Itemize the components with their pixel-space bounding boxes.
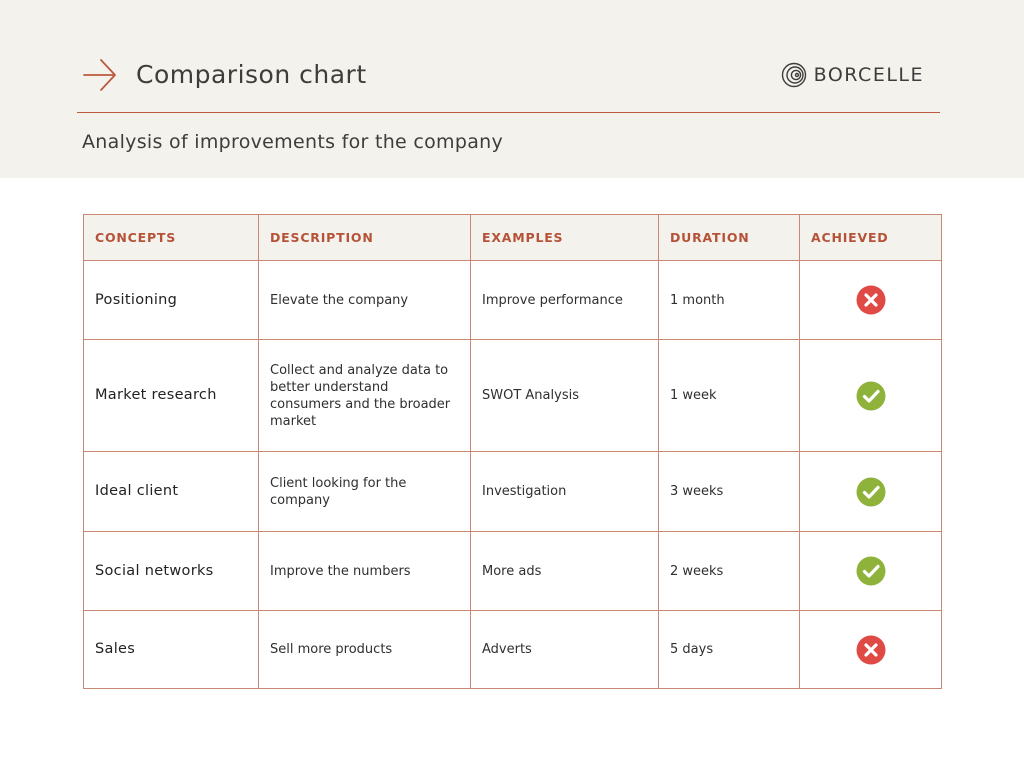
concept-cell: Social networks (83, 531, 259, 611)
page: Comparison chart BORCELLE Analysis of im… (0, 0, 1024, 768)
page-subtitle: Analysis of improvements for the company (82, 131, 504, 153)
column-header-duration: DURATION (658, 214, 800, 261)
concept-cell: Sales (83, 610, 259, 689)
column-header-achieved: ACHIEVED (799, 214, 942, 261)
table-row: Ideal client Client looking for the comp… (83, 451, 942, 532)
header-divider (77, 112, 940, 113)
achieved-cell (799, 339, 942, 452)
achieved-cell (799, 451, 942, 532)
concept-cell: Ideal client (83, 451, 259, 532)
duration-cell: 3 weeks (658, 451, 800, 532)
brand-name: BORCELLE (813, 64, 924, 86)
table-row: Sales Sell more products Adverts 5 days (83, 610, 942, 689)
checkmark-icon (856, 477, 885, 506)
page-title: Comparison chart (136, 60, 367, 89)
duration-cell: 1 month (658, 260, 800, 340)
achieved-cell (799, 260, 942, 340)
example-cell: Improve performance (470, 260, 659, 340)
example-cell: More ads (470, 531, 659, 611)
concept-cell: Market research (83, 339, 259, 452)
table-row: Market research Collect and analyze data… (83, 339, 942, 452)
column-header-examples: EXAMPLES (470, 214, 659, 261)
description-cell: Collect and analyze data to better under… (258, 339, 471, 452)
arrow-right-icon (83, 59, 116, 91)
checkmark-icon (856, 556, 885, 586)
brand: BORCELLE (781, 62, 924, 88)
column-header-description: DESCRIPTION (258, 214, 471, 261)
brand-logo-icon (781, 62, 806, 88)
duration-cell: 2 weeks (658, 531, 800, 611)
cross-icon (856, 635, 885, 664)
achieved-cell (799, 531, 942, 611)
checkmark-icon (856, 381, 885, 410)
duration-cell: 5 days (658, 610, 800, 689)
cross-icon (856, 285, 885, 315)
description-cell: Client looking for the company (258, 451, 471, 532)
example-cell: SWOT Analysis (470, 339, 659, 452)
table-row: Positioning Elevate the company Improve … (83, 260, 942, 340)
comparison-table: CONCEPTS DESCRIPTION EXAMPLES DURATION A… (83, 214, 942, 689)
description-cell: Elevate the company (258, 260, 471, 340)
column-header-concepts: CONCEPTS (83, 214, 259, 261)
description-cell: Improve the numbers (258, 531, 471, 611)
achieved-cell (799, 610, 942, 689)
example-cell: Investigation (470, 451, 659, 532)
table-header-row: CONCEPTS DESCRIPTION EXAMPLES DURATION A… (83, 214, 942, 261)
example-cell: Adverts (470, 610, 659, 689)
table-row: Social networks Improve the numbers More… (83, 531, 942, 611)
description-cell: Sell more products (258, 610, 471, 689)
duration-cell: 1 week (658, 339, 800, 452)
concept-cell: Positioning (83, 260, 259, 340)
